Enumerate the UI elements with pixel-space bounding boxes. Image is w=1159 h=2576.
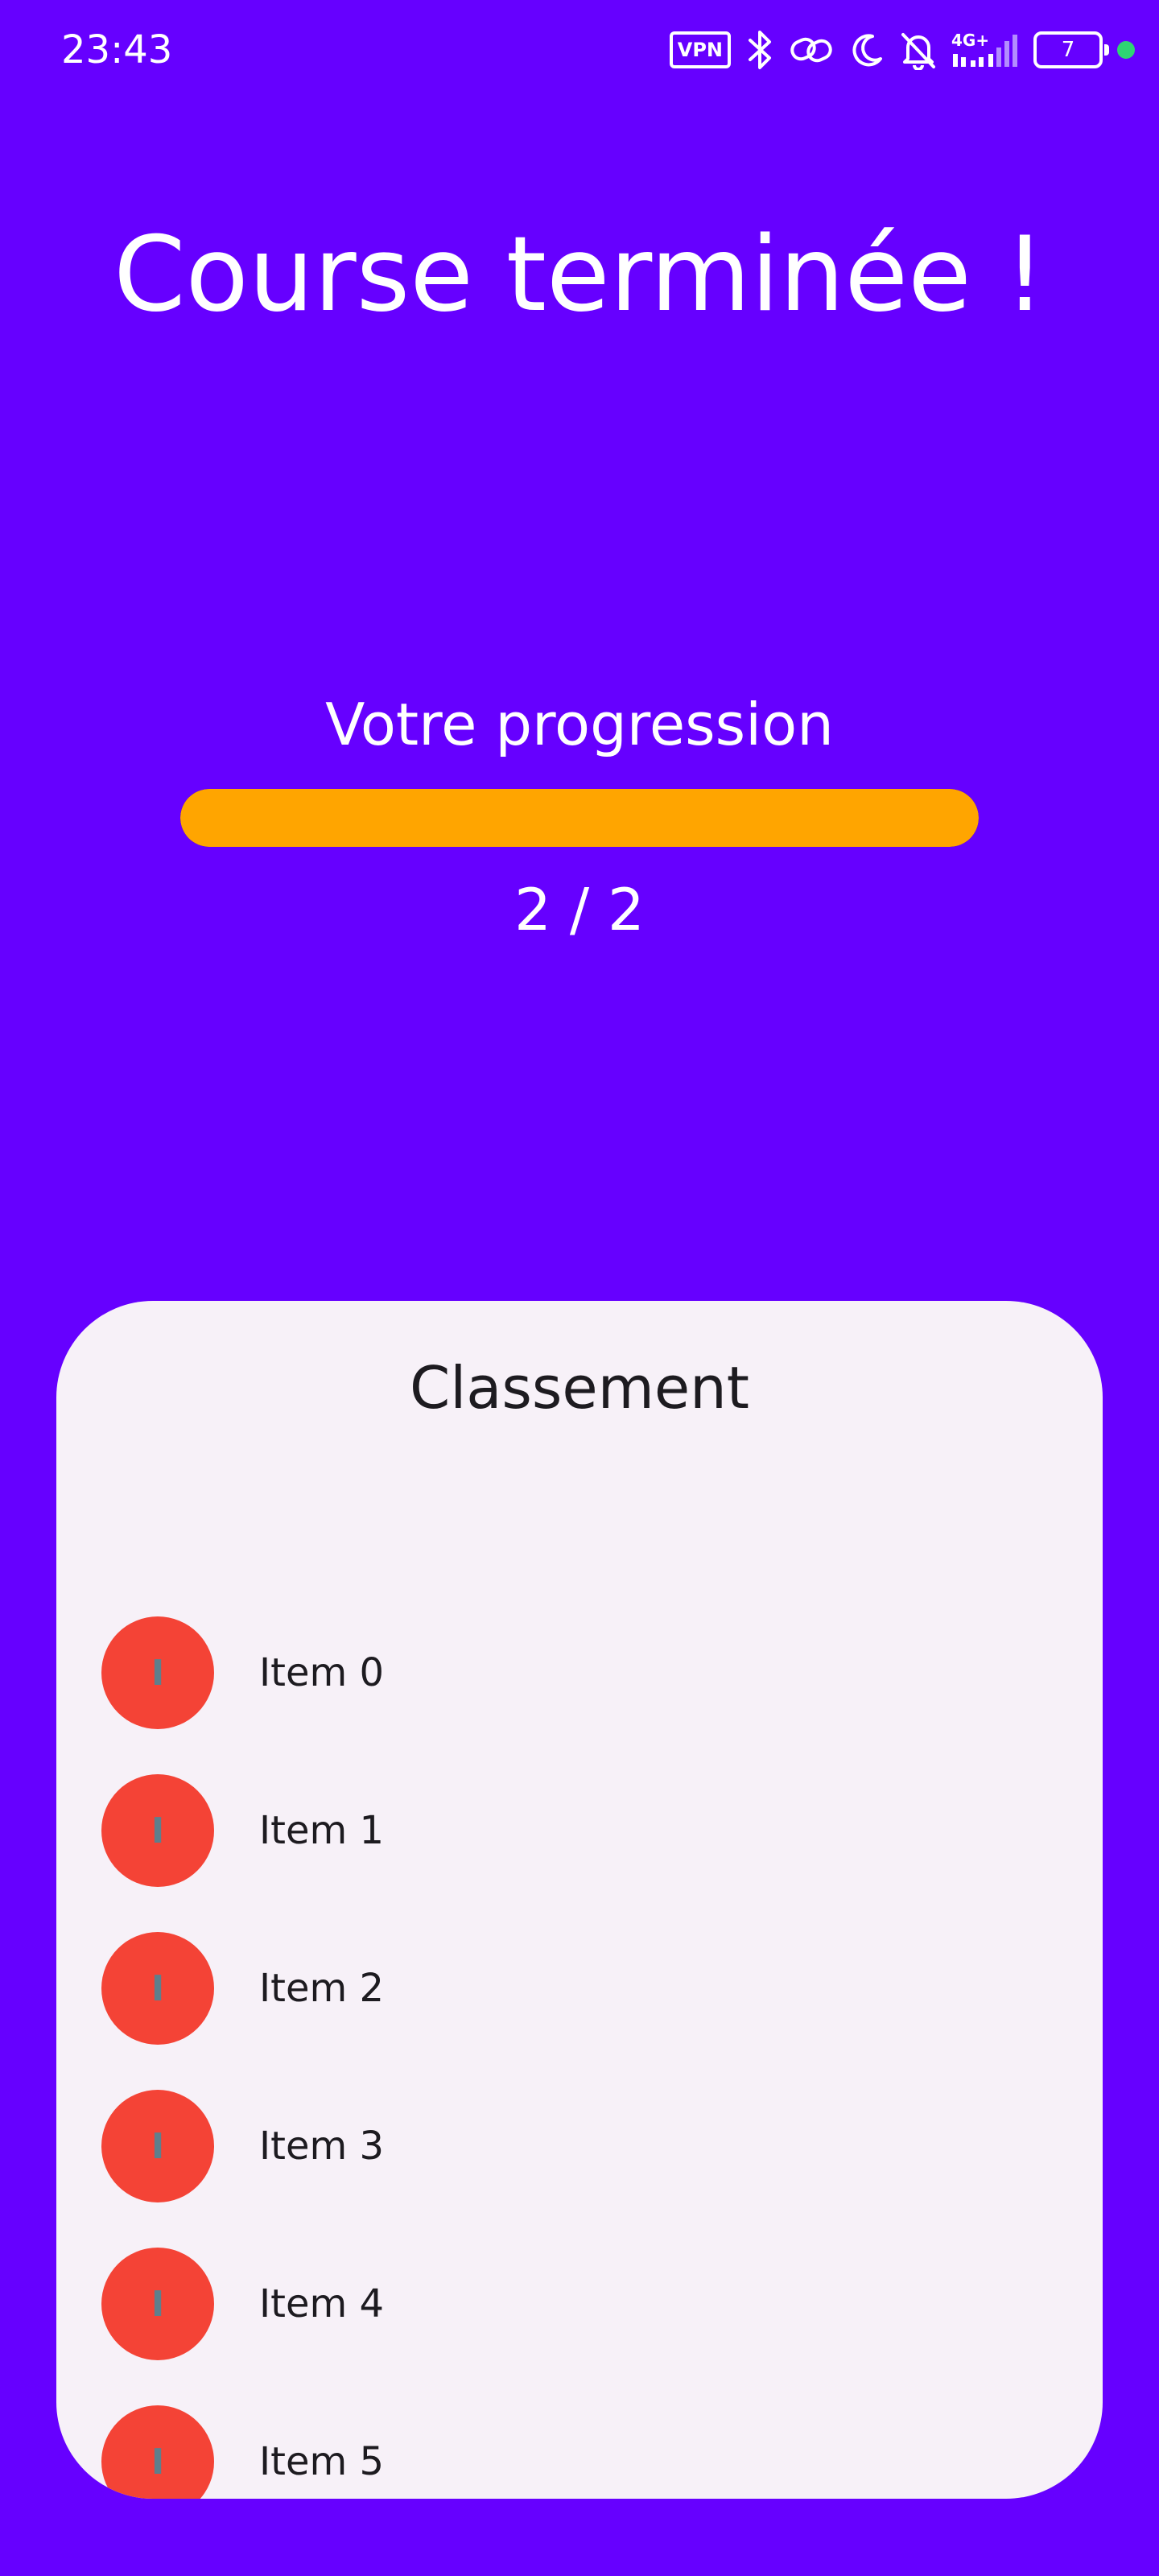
item-label: Item 2 bbox=[259, 1966, 385, 2011]
item-avatar: I bbox=[101, 1616, 214, 1729]
page-title: Course terminée ! bbox=[113, 215, 1046, 335]
list-item[interactable]: I Item 5 bbox=[56, 2383, 1103, 2499]
item-label: Item 4 bbox=[259, 2281, 385, 2326]
item-avatar: I bbox=[101, 2405, 214, 2499]
status-bar: 23:43 VPN 4G+ 7 bbox=[0, 0, 1159, 100]
signal-icon: 4G+ bbox=[951, 31, 1017, 67]
item-label: Item 1 bbox=[259, 1808, 385, 1853]
list-item[interactable]: I Item 0 bbox=[56, 1594, 1103, 1752]
item-label: Item 3 bbox=[259, 2124, 385, 2169]
list-item[interactable]: I Item 3 bbox=[56, 2067, 1103, 2225]
list-item[interactable]: I Item 1 bbox=[56, 1752, 1103, 1909]
bell-off-icon bbox=[901, 33, 935, 70]
ranking-list[interactable]: I Item 0 I Item 1 I Item 2 I Item 3 I It… bbox=[56, 1594, 1103, 2499]
progress-bar bbox=[180, 789, 979, 847]
item-avatar: I bbox=[101, 2248, 214, 2360]
item-avatar: I bbox=[101, 2090, 214, 2202]
status-icons: VPN 4G+ 7 bbox=[669, 27, 1135, 72]
item-avatar: I bbox=[101, 1774, 214, 1887]
ranking-card: Classement I Item 0 I Item 1 I Item 2 I … bbox=[56, 1301, 1103, 2499]
privacy-indicator-dot bbox=[1117, 41, 1135, 59]
vpn-icon: VPN bbox=[669, 31, 731, 68]
list-item[interactable]: I Item 2 bbox=[56, 1909, 1103, 2067]
link-icon bbox=[790, 37, 832, 63]
progress-bar-fill bbox=[180, 789, 979, 847]
bluetooth-icon bbox=[749, 31, 771, 69]
item-label: Item 0 bbox=[259, 1650, 385, 1695]
status-time: 23:43 bbox=[61, 27, 173, 72]
item-label: Item 5 bbox=[259, 2439, 385, 2484]
battery-icon: 7 bbox=[1033, 31, 1109, 68]
network-type-label: 4G+ bbox=[951, 31, 989, 50]
item-avatar: I bbox=[101, 1932, 214, 2045]
ranking-title: Classement bbox=[409, 1354, 749, 1422]
list-item[interactable]: I Item 4 bbox=[56, 2225, 1103, 2383]
progress-label: Votre progression bbox=[325, 691, 834, 758]
progress-count: 2 / 2 bbox=[514, 876, 645, 943]
moon-icon bbox=[852, 34, 882, 67]
